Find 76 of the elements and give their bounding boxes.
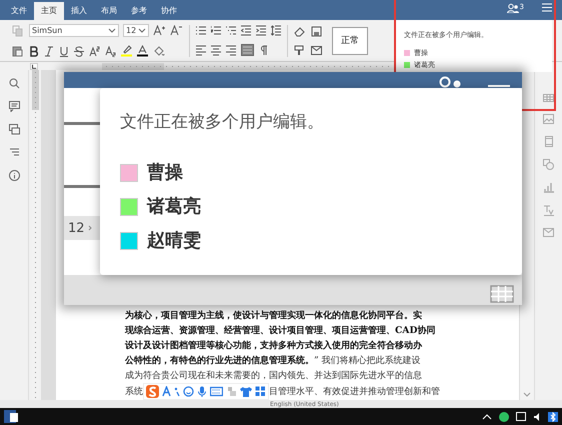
multilevel-list-icon[interactable]: [226, 25, 236, 36]
menu-tab[interactable]: 主页: [34, 2, 64, 20]
bluetooth-icon[interactable]: [548, 412, 558, 422]
font-name-field[interactable]: SimSun: [29, 24, 119, 37]
tab-stop-icon: [31, 64, 37, 68]
align-left-icon[interactable]: [196, 44, 206, 56]
menu-icon[interactable]: [542, 3, 552, 12]
underline-icon[interactable]: [59, 46, 69, 56]
save-style-icon[interactable]: [311, 26, 322, 36]
bullet-list-icon[interactable]: [196, 25, 206, 36]
style-preview[interactable]: 正常: [332, 26, 368, 54]
comment-icon[interactable]: [8, 101, 20, 112]
navigation-icon[interactable]: [8, 147, 20, 158]
user-name: 诸葛亮: [147, 197, 201, 217]
bold-icon[interactable]: [29, 46, 39, 56]
align-center-icon[interactable]: [211, 44, 221, 56]
punctuation-icon[interactable]: [174, 386, 180, 397]
chat-icon[interactable]: [8, 124, 20, 135]
shrink-font-icon[interactable]: [170, 25, 183, 36]
user-name: 曹操: [147, 163, 183, 183]
menu-tab[interactable]: 参考: [124, 2, 154, 20]
justify-icon[interactable]: [241, 44, 254, 56]
font-size-field[interactable]: 12: [64, 216, 100, 240]
chevron-up-icon[interactable]: [482, 414, 492, 420]
text-line: 公特性的，有特色的行业先进的信息管理系统。” 我们将精心把此系统建设: [125, 354, 422, 368]
text-line: 现综合运营、资源管理、经营管理、设计项目管理、项目运营管理、CAD协同: [125, 324, 436, 338]
highlighter-icon[interactable]: [121, 45, 132, 57]
paste-icon[interactable]: [12, 44, 23, 56]
text-line: 目管理水平、有效促进并推动管理创新和管: [269, 385, 440, 399]
font-color-icon[interactable]: [137, 45, 148, 57]
scroll-down-icon[interactable]: [523, 392, 531, 397]
align-right-icon[interactable]: [226, 44, 236, 56]
shading-icon[interactable]: [153, 46, 165, 56]
chat-app-icon[interactable]: [499, 412, 509, 422]
table-icon[interactable]: [490, 285, 514, 303]
text-line: 系统: [125, 385, 143, 399]
text-line: 为核心，项目管理为主线，使设计与管理实现一体化的信息化协同平台。实: [125, 309, 423, 323]
menu-tab[interactable]: 协作: [154, 2, 184, 20]
menu-tab[interactable]: 布局: [94, 2, 124, 20]
grow-font-icon[interactable]: [153, 25, 166, 36]
volume-icon[interactable]: [533, 412, 541, 422]
network-icon[interactable]: [516, 412, 526, 421]
grid-apps-icon[interactable]: [255, 386, 266, 397]
emoji-icon[interactable]: [183, 386, 194, 397]
microphone-icon[interactable]: [197, 386, 207, 397]
caret-icon: [138, 28, 146, 33]
input-method-logo-icon[interactable]: [146, 385, 159, 398]
font-size-field[interactable]: 12: [123, 24, 149, 37]
superscript-icon[interactable]: [89, 46, 100, 56]
tab-stop-button[interactable]: [30, 62, 38, 70]
letter-icon[interactable]: [162, 386, 171, 397]
eraser-icon[interactable]: [294, 26, 305, 36]
menu-tab[interactable]: 文件: [4, 2, 34, 20]
keyboard-icon[interactable]: [210, 386, 223, 397]
menu-tab[interactable]: 插入: [64, 2, 94, 20]
format-painter-icon[interactable]: [294, 44, 305, 56]
subscript-icon[interactable]: [105, 46, 116, 56]
text-line: 成为符合贵公司现在和未来需要的，国内领先、并达到国际先进水平的信息: [125, 369, 423, 383]
mail-icon[interactable]: [311, 44, 322, 56]
popup-message: 文件正在被多个用户编辑。: [120, 111, 325, 133]
strikethrough-icon[interactable]: [74, 46, 84, 56]
italic-icon[interactable]: [44, 46, 54, 56]
text-line: 设计及设计图档管理等核心功能，支持多种方式接入使用的完全符合移动办: [125, 339, 424, 353]
document-app-icon[interactable]: [4, 410, 18, 423]
numbered-list-icon[interactable]: [211, 25, 221, 36]
user-name: 赵晴雯: [147, 231, 201, 251]
caret-icon: [88, 225, 92, 231]
decrease-indent-icon[interactable]: [241, 25, 251, 36]
menu-icon[interactable]: [488, 83, 510, 88]
caret-icon: [108, 28, 116, 33]
increase-indent-icon[interactable]: [256, 25, 266, 36]
shirt-icon[interactable]: [240, 386, 252, 397]
info-icon[interactable]: [8, 170, 20, 181]
paragraph-mark-icon[interactable]: [259, 44, 269, 56]
line-spacing-icon[interactable]: [271, 25, 281, 36]
search-icon[interactable]: [8, 78, 20, 89]
